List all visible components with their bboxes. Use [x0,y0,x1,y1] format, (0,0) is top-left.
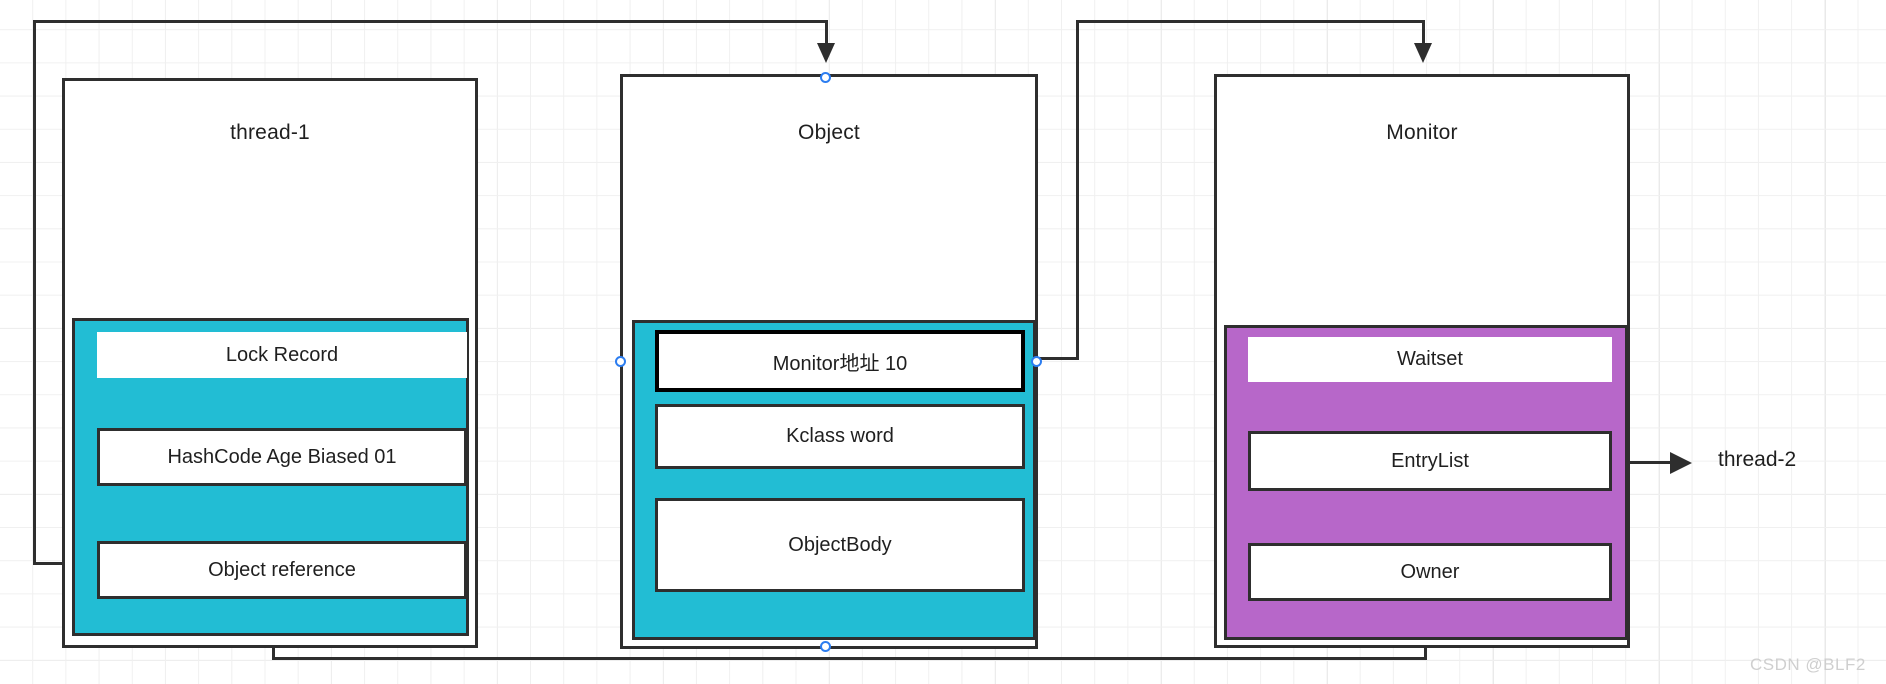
thread1-row-hashcode-label: HashCode Age Biased 01 [167,445,397,468]
monitor-row-waitset[interactable]: Waitset [1248,337,1612,382]
connector-c-bottom-horizontal [272,657,1427,660]
thread2-label: thread-2 [1718,448,1797,471]
monitor-row-entrylist[interactable]: EntryList [1248,431,1612,491]
connector-d-arrowhead [1670,452,1692,474]
object-row-monitor-address[interactable]: Monitor地址 10 [655,330,1025,392]
thread1-row-lock-record[interactable]: Lock Record [97,332,467,378]
monitor-row-owner-label: Owner [1400,560,1460,583]
connector-a-left-vertical [33,20,36,565]
connector-b-top-horizontal [1076,20,1425,23]
monitor-row-waitset-label: Waitset [1397,348,1463,370]
thread1-row-object-reference-label: Object reference [208,558,356,581]
thread1-row-object-reference[interactable]: Object reference [97,541,467,599]
thread1-row-lock-record-label: Lock Record [225,343,339,366]
endpoint-object-left[interactable] [615,356,626,367]
connector-a-top-horizontal [33,20,828,23]
monitor-row-entrylist-label: EntryList [1391,449,1469,472]
connector-a-arrowhead [817,43,835,63]
monitor-title: Monitor [1386,121,1458,144]
connector-b-arrowhead [1414,43,1432,63]
endpoint-object-top[interactable] [820,72,831,83]
connector-b-vertical-up [1076,20,1079,360]
thread1-title: thread-1 [230,121,310,144]
monitor-row-owner[interactable]: Owner [1248,543,1612,601]
endpoint-object-bottom[interactable] [820,641,831,652]
watermark-label: CSDN @BLF2 [1750,655,1866,674]
endpoint-object-right[interactable] [1031,356,1042,367]
thread1-row-hashcode[interactable]: HashCode Age Biased 01 [97,428,467,486]
object-row-kclass-word[interactable]: Kclass word [655,404,1025,469]
diagram-canvas: thread-1 Lock Record HashCode Age Biased… [0,0,1886,684]
object-row-objectbody[interactable]: ObjectBody [655,498,1025,592]
object-row-kclass-word-label: Kclass word [786,425,894,447]
object-title: Object [798,121,860,144]
object-row-objectbody-label: ObjectBody [788,533,892,556]
object-row-monitor-address-label: Monitor地址 10 [772,352,908,375]
